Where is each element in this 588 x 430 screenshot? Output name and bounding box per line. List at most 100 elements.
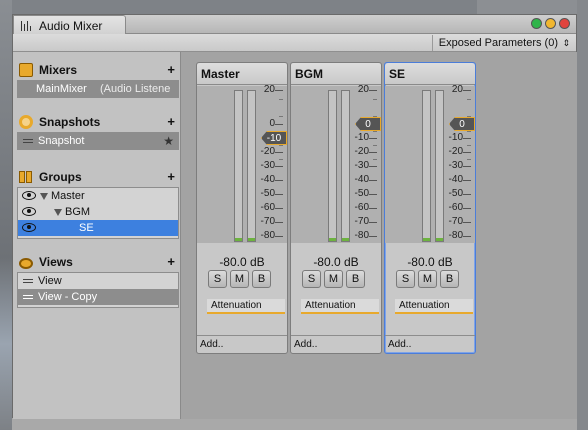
bypass-button[interactable]: B bbox=[440, 270, 459, 288]
mixer-strips-area: Master200-10-20-30-40-50-60-70-80-10-80.… bbox=[181, 52, 577, 419]
effect-attenuation[interactable]: Attenuation bbox=[395, 299, 473, 314]
meter-tick-line bbox=[275, 222, 283, 223]
tab-audio-mixer[interactable]: Audio Mixer bbox=[13, 15, 126, 35]
meter-tick-line bbox=[369, 138, 377, 139]
add-snapshot-button[interactable]: + bbox=[167, 114, 175, 129]
desktop-background-bottom bbox=[12, 418, 577, 430]
bypass-button[interactable]: B bbox=[346, 270, 365, 288]
meter-tick-label: -10 bbox=[448, 132, 463, 143]
solo-button[interactable]: S bbox=[396, 270, 415, 288]
level-readout: -80.0 dB bbox=[313, 255, 359, 269]
view-item[interactable]: View bbox=[18, 273, 178, 289]
level-meter-left bbox=[234, 90, 243, 242]
exposed-parameters-dropdown[interactable]: Exposed Parameters (0) ⇕ bbox=[431, 35, 572, 51]
mute-button[interactable]: M bbox=[230, 270, 249, 288]
mute-button[interactable]: M bbox=[418, 270, 437, 288]
meter-tick-line bbox=[369, 194, 377, 195]
groups-section: Groups + Master BGM SE bbox=[17, 167, 179, 239]
minimize-button[interactable] bbox=[545, 18, 556, 29]
strip-master[interactable]: Master200-10-20-30-40-50-60-70-80-10-80.… bbox=[196, 62, 288, 354]
groups-header: Groups + bbox=[17, 167, 179, 187]
meter-tick-label: -50 bbox=[448, 188, 463, 199]
strip-se[interactable]: SE200-10-20-30-40-50-60-70-800-80.0 dBSM… bbox=[384, 62, 476, 354]
meter-tick-label: -80 bbox=[354, 230, 369, 241]
eye-icon[interactable] bbox=[22, 223, 36, 232]
group-item-master[interactable]: Master bbox=[18, 188, 178, 204]
close-button[interactable] bbox=[559, 18, 570, 29]
meter-tick-label: -70 bbox=[448, 216, 463, 227]
mute-button[interactable]: M bbox=[324, 270, 343, 288]
group-name-bgm: BGM bbox=[65, 206, 91, 218]
snapshot-name: Snapshot bbox=[38, 135, 85, 147]
add-effect-button[interactable]: Add.. bbox=[291, 335, 381, 353]
meter-tick-line bbox=[369, 208, 377, 209]
meter-minor-tick bbox=[467, 159, 471, 160]
strip-bgm[interactable]: BGM200-10-20-30-40-50-60-70-800-80.0 dBS… bbox=[290, 62, 382, 354]
mixers-section: Mixers + MainMixer (Audio Listene bbox=[17, 60, 179, 98]
meter-tick-line bbox=[463, 194, 471, 195]
add-view-button[interactable]: + bbox=[167, 254, 175, 269]
meter-tick-label: -10 bbox=[354, 132, 369, 143]
meter-minor-tick bbox=[373, 131, 377, 132]
volume-fader-handle[interactable]: 0 bbox=[355, 117, 381, 131]
audio-mixer-icon bbox=[20, 20, 34, 31]
groups-title: Groups bbox=[39, 170, 82, 184]
snapshot-item[interactable]: Snapshot ★ bbox=[18, 133, 178, 149]
meter-tick-line bbox=[369, 236, 377, 237]
bypass-button[interactable]: B bbox=[252, 270, 271, 288]
window-controls bbox=[531, 18, 570, 29]
meter-tick-label: 20 bbox=[451, 84, 463, 95]
views-section: Views + View View - Copy bbox=[17, 252, 179, 308]
views-header: Views + bbox=[17, 252, 179, 272]
star-icon[interactable]: ★ bbox=[163, 133, 174, 149]
meter-tick-line bbox=[463, 152, 471, 153]
volume-fader-handle[interactable]: 0 bbox=[449, 117, 475, 131]
expand-triangle-icon[interactable] bbox=[40, 193, 48, 200]
meter-tick-label: -50 bbox=[260, 188, 275, 199]
meter-tick-label: -50 bbox=[354, 188, 369, 199]
meter-tick-line bbox=[369, 166, 377, 167]
add-effect-button[interactable]: Add.. bbox=[197, 335, 287, 353]
sidebar: Mixers + MainMixer (Audio Listene Snapsh… bbox=[13, 52, 181, 419]
meter-tick-line bbox=[275, 180, 283, 181]
mixers-list: MainMixer (Audio Listene bbox=[17, 80, 179, 98]
expand-triangle-icon[interactable] bbox=[54, 209, 62, 216]
strip-buttons: SMB bbox=[396, 270, 459, 288]
add-group-button[interactable]: + bbox=[167, 169, 175, 184]
meter-tick-label: -40 bbox=[354, 174, 369, 185]
drag-handle-icon[interactable] bbox=[23, 295, 33, 299]
meter-minor-tick bbox=[373, 159, 377, 160]
eye-icon[interactable] bbox=[22, 207, 36, 216]
maximize-button[interactable] bbox=[531, 18, 542, 29]
views-eye-icon bbox=[19, 257, 33, 269]
meter-tick-label: -20 bbox=[448, 146, 463, 157]
level-readout: -80.0 dB bbox=[219, 255, 265, 269]
desktop-background-left bbox=[0, 0, 12, 430]
meter-tick-line bbox=[275, 124, 283, 125]
view-item-copy[interactable]: View - Copy bbox=[18, 289, 178, 305]
meter-minor-tick bbox=[467, 131, 471, 132]
eye-icon[interactable] bbox=[22, 191, 36, 200]
add-effect-button[interactable]: Add.. bbox=[385, 335, 475, 353]
groups-icon bbox=[19, 170, 33, 184]
solo-button[interactable]: S bbox=[302, 270, 321, 288]
meter-tick-line bbox=[275, 90, 283, 91]
drag-handle-icon[interactable] bbox=[23, 139, 33, 143]
volume-fader-handle[interactable]: -10 bbox=[261, 131, 287, 145]
effect-attenuation[interactable]: Attenuation bbox=[301, 299, 379, 314]
meter-tick-line bbox=[463, 208, 471, 209]
mixer-item-mainmixer[interactable]: MainMixer (Audio Listene bbox=[18, 81, 178, 97]
add-mixer-button[interactable]: + bbox=[167, 62, 175, 77]
group-item-bgm[interactable]: BGM bbox=[18, 204, 178, 220]
meter-tick-label: -70 bbox=[354, 216, 369, 227]
meter-tick-label: 0 bbox=[269, 118, 275, 129]
meter-tick-line bbox=[275, 152, 283, 153]
group-item-se[interactable]: SE bbox=[18, 220, 178, 236]
dropdown-chevron-icon: ⇕ bbox=[562, 38, 570, 48]
meter-tick-line bbox=[463, 90, 471, 91]
solo-button[interactable]: S bbox=[208, 270, 227, 288]
drag-handle-icon[interactable] bbox=[23, 279, 33, 283]
mixers-title: Mixers bbox=[39, 63, 78, 77]
effect-attenuation[interactable]: Attenuation bbox=[207, 299, 285, 314]
meter-tick-line bbox=[369, 90, 377, 91]
